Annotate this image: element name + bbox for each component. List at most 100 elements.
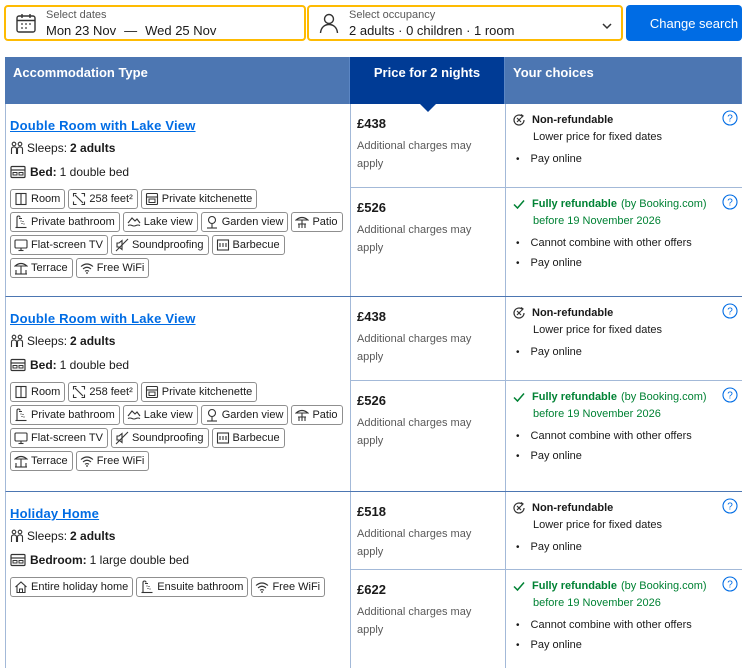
facility-chip: Room [10,189,66,209]
svg-text:?: ? [727,391,733,402]
people-icon [10,141,24,154]
policy-by: (by Booking.com) [620,198,707,210]
facility-chip: 258 feet² [68,189,138,209]
terrace-icon [14,261,31,275]
facility-label: Room [31,386,61,398]
header-choices: Your choices [505,57,742,104]
room-name-link[interactable]: Double Room with Lake View [10,118,346,133]
change-search-button[interactable]: Change search [626,5,742,41]
help-icon[interactable]: ? [722,387,738,406]
wifi-icon [80,261,97,275]
room-info: Double Room with Lake View Sleeps: 2 adult… [6,104,351,296]
bed-label: Bed: [30,358,57,372]
facility-label: Garden view [221,216,284,228]
additional-charges: Additional charges may apply [357,333,472,363]
help-icon[interactable]: ? [722,303,738,322]
search-bar: Select dates Mon 23 Nov — Wed 25 Nov Selec… [4,4,742,42]
person-icon [309,7,349,39]
facility-label: Free WiFi [96,455,145,467]
policy-line: Fully refundable (by Booking.com) [512,578,736,594]
room-row: Holiday Home Sleeps: 2 adults Bedroom: 1 lar… [5,492,742,668]
bed-label: Bedroom: [30,553,87,567]
condition-item: Pay online [512,346,736,358]
price-option: £622 Additional charges may apply Fully re… [351,570,742,668]
sleeps-line: Sleeps: 2 adults [10,334,346,348]
occupancy-label: Select occupancy [349,8,436,21]
help-icon[interactable]: ? [722,498,738,517]
room-name-link[interactable]: Holiday Home [10,506,346,521]
choice-cell: Fully refundable (by Booking.com) before 1… [506,188,742,296]
room-info: Double Room with Lake View Sleeps: 2 adult… [6,297,351,491]
facility-label: Free WiFi [96,262,145,274]
bed-value: 1 double bed [59,165,130,179]
price-value: £526 [357,393,386,408]
policy-subtext: Lower price for fixed dates [533,131,663,143]
sleeps-value: 2 adults [70,141,116,155]
additional-charges: Additional charges may apply [357,417,472,447]
condition-item: Pay online [512,541,736,553]
bed-icon [10,358,26,372]
checkmark-icon [513,393,525,403]
header-price[interactable]: Price for 2 nights [350,57,505,112]
facility-chip: Flat-screen TV [10,428,108,448]
help-icon[interactable]: ? [722,110,738,129]
barbecue-icon [216,431,233,445]
price-option: £518 Additional charges may apply Non-refu… [351,492,742,570]
sleeps-line: Sleeps: 2 adults [10,141,346,155]
choice-cell: Non-refundable Lower price for fixed date… [506,492,742,569]
condition-item: Pay online [512,639,736,651]
facility-label: Entire holiday home [31,581,129,593]
facility-label: Private kitchenette [161,386,253,398]
area-icon [72,385,89,399]
condition-item: Cannot combine with other offers [512,619,736,631]
sleeps-value: 2 adults [70,529,116,543]
help-icon[interactable]: ? [722,194,738,213]
price-value: £438 [357,309,386,324]
sleeps-label: Sleeps: [27,141,68,155]
facility-chip: Patio [291,212,343,232]
price-cell: £438 Additional charges may apply [351,104,506,187]
condition-item: Cannot combine with other offers [512,237,736,249]
facility-label: Flat-screen TV [31,432,103,444]
sleeps-label: Sleeps: [27,529,68,543]
price-cell: £526 Additional charges may apply [351,188,506,296]
policy-line: Non-refundable [512,305,736,321]
bed-line: Bedroom: 1 large double bed [10,553,346,567]
facilities-list: Room 258 feet² Private kitchenette Private … [10,382,345,471]
price-option: £438 Additional charges may apply Non-refu… [351,297,742,381]
policy-title: Fully refundable [532,391,617,403]
tv-icon [14,431,31,445]
policy-title: Fully refundable [532,580,617,592]
policy-line: Fully refundable (by Booking.com) [512,389,736,405]
soundproofing-icon [115,238,132,252]
help-icon[interactable]: ? [722,576,738,595]
facility-label: Barbecue [232,432,280,444]
facility-label: Patio [312,216,338,228]
facility-chip: Private bathroom [10,212,120,232]
facility-chip: Room [10,382,66,402]
room-options: £518 Additional charges may apply Non-refu… [351,492,742,668]
additional-charges: Additional charges may apply [357,606,472,636]
price-value: £526 [357,200,386,215]
sleeps-label: Sleeps: [27,334,68,348]
condition-item: Cannot combine with other offers [512,430,736,442]
policy-subtext: Lower price for fixed dates [533,519,663,531]
condition-item: Pay online [512,257,736,269]
room-name-link[interactable]: Double Room with Lake View [10,311,346,326]
price-value: £518 [357,504,386,519]
price-option: £438 Additional charges may apply Non-refu… [351,104,742,188]
bed-value: 1 double bed [59,358,130,372]
facility-label: Terrace [31,262,68,274]
non-refundable-icon [513,114,525,126]
occupancy-picker[interactable]: Select occupancy 2 adults · 0 children ·… [307,5,623,41]
policy-title: Fully refundable [532,198,617,210]
facility-label: Barbecue [232,239,280,251]
facility-label: Soundproofing [131,432,204,444]
choice-cell: Non-refundable Lower price for fixed date… [506,104,742,187]
lake-view-icon [127,408,144,422]
facility-chip: Garden view [200,212,289,232]
date-picker[interactable]: Select dates Mon 23 Nov — Wed 25 Nov [4,5,306,41]
policy-line: Fully refundable (by Booking.com) [512,196,736,212]
facility-chip: Free WiFi [75,258,150,278]
calendar-icon [6,7,46,39]
